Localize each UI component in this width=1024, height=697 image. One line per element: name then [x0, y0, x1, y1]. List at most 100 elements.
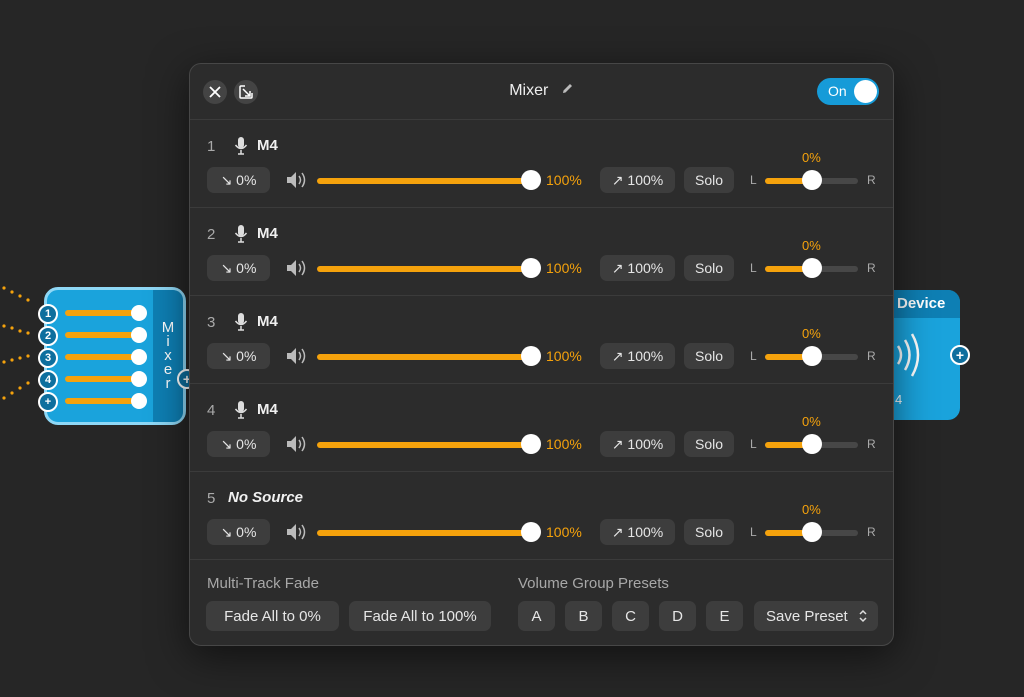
- volume-slider-thumb[interactable]: [521, 346, 541, 366]
- speaker-waves-icon: [896, 333, 920, 377]
- pan-left-label: L: [750, 437, 757, 451]
- volume-group-presets-label: Volume Group Presets: [518, 575, 669, 592]
- solo-button[interactable]: Solo: [684, 343, 734, 369]
- solo-button[interactable]: Solo: [684, 431, 734, 457]
- preset-c-button[interactable]: C: [612, 601, 649, 631]
- preset-d-button[interactable]: D: [659, 601, 696, 631]
- speaker-icon[interactable]: [286, 347, 308, 370]
- mixer-node-lane[interactable]: [65, 305, 147, 321]
- lane-knob[interactable]: [131, 349, 147, 365]
- pan-left-label: L: [750, 349, 757, 363]
- pan-right-label: R: [867, 525, 876, 539]
- input-port-4[interactable]: 4: [38, 370, 58, 390]
- lane-knob[interactable]: [131, 371, 147, 387]
- fade-all-to-0-button[interactable]: Fade All to 0%: [206, 601, 339, 631]
- volume-value: 100%: [546, 524, 582, 540]
- volume-slider-track[interactable]: [317, 266, 531, 272]
- fade-in-button[interactable]: ↘ 0%: [207, 343, 270, 369]
- fade-all-to-100-button[interactable]: Fade All to 100%: [349, 601, 491, 631]
- pencil-icon[interactable]: [561, 82, 574, 95]
- track-number: 5: [207, 490, 216, 507]
- fade-out-button[interactable]: ↗ 100%: [600, 519, 675, 545]
- device-output-port[interactable]: +: [950, 345, 970, 365]
- fade-in-button[interactable]: ↘ 0%: [207, 167, 270, 193]
- pan-value: 0%: [802, 238, 821, 253]
- mixer-panel: Mixer On 1 M4 ↘ 0% 100% ↗ 100% Solo 0% L R 2 M4 ↘ …: [189, 63, 894, 646]
- track-list: 1 M4 ↘ 0% 100% ↗ 100% Solo 0% L R 2 M4 ↘ 0% 100% ↗ 1…: [190, 120, 893, 560]
- volume-slider-thumb[interactable]: [521, 434, 541, 454]
- add-input-port[interactable]: +: [38, 392, 58, 412]
- input-port-1[interactable]: 1: [38, 304, 58, 324]
- fade-in-button[interactable]: ↘ 0%: [207, 519, 270, 545]
- panel-title-group: Mixer: [190, 82, 893, 100]
- multi-track-fade-label: Multi-Track Fade: [207, 575, 319, 592]
- track-source-name[interactable]: No Source: [228, 489, 303, 506]
- pan-slider-thumb[interactable]: [801, 522, 822, 542]
- volume-slider-track[interactable]: [317, 442, 531, 448]
- speaker-icon[interactable]: [286, 171, 308, 194]
- fade-out-button[interactable]: ↗ 100%: [600, 255, 675, 281]
- mixer-node-lane[interactable]: [65, 371, 147, 387]
- track-row: 4 M4 ↘ 0% 100% ↗ 100% Solo 0% L R: [190, 384, 893, 472]
- connection-dots: [2, 286, 30, 400]
- microphone-icon: [234, 400, 248, 425]
- power-toggle[interactable]: On: [817, 78, 879, 105]
- speaker-icon[interactable]: [286, 523, 308, 546]
- panel-footer: Multi-Track Fade Fade All to 0% Fade All…: [190, 560, 893, 645]
- volume-slider-thumb[interactable]: [521, 522, 541, 542]
- pan-left-label: L: [750, 525, 757, 539]
- pan-slider-thumb[interactable]: [801, 170, 822, 190]
- pan-slider-thumb[interactable]: [801, 258, 822, 278]
- fade-out-button[interactable]: ↗ 100%: [600, 167, 675, 193]
- input-port-3[interactable]: 3: [38, 348, 58, 368]
- solo-button[interactable]: Solo: [684, 519, 734, 545]
- preset-e-button[interactable]: E: [706, 601, 743, 631]
- fade-in-button[interactable]: ↘ 0%: [207, 255, 270, 281]
- volume-slider-thumb[interactable]: [521, 170, 541, 190]
- mixer-node-lane[interactable]: [65, 327, 147, 343]
- input-port-2[interactable]: 2: [38, 326, 58, 346]
- mixer-node[interactable]: 1 2 3 4 + M i x e r +: [38, 287, 197, 425]
- speaker-icon[interactable]: [286, 435, 308, 458]
- track-row: 2 M4 ↘ 0% 100% ↗ 100% Solo 0% L R: [190, 208, 893, 296]
- lane-knob[interactable]: [131, 305, 147, 321]
- save-preset-select[interactable]: Save Preset: [754, 601, 878, 631]
- lane-knob[interactable]: [131, 393, 147, 409]
- preset-b-button[interactable]: B: [565, 601, 602, 631]
- pan-slider-thumb[interactable]: [801, 434, 822, 454]
- solo-button[interactable]: Solo: [684, 255, 734, 281]
- pan-value: 0%: [802, 150, 821, 165]
- track-source-name[interactable]: M4: [257, 401, 278, 418]
- volume-value: 100%: [546, 172, 582, 188]
- fade-out-button[interactable]: ↗ 100%: [600, 431, 675, 457]
- volume-slider-track[interactable]: [317, 178, 531, 184]
- preset-a-button[interactable]: A: [518, 601, 555, 631]
- lane-knob[interactable]: [131, 327, 147, 343]
- pan-right-label: R: [867, 261, 876, 275]
- volume-slider-thumb[interactable]: [521, 258, 541, 278]
- track-number: 2: [207, 226, 216, 243]
- panel-title: Mixer: [509, 82, 549, 99]
- volume-slider-track[interactable]: [317, 354, 531, 360]
- mixer-node-lane[interactable]: [65, 349, 147, 365]
- volume-slider-track[interactable]: [317, 530, 531, 536]
- microphone-icon: [234, 224, 248, 249]
- side-letter: r: [165, 375, 171, 392]
- pan-left-label: L: [750, 261, 757, 275]
- solo-button[interactable]: Solo: [684, 167, 734, 193]
- pan-right-label: R: [867, 173, 876, 187]
- pan-value: 0%: [802, 502, 821, 517]
- track-source-name[interactable]: M4: [257, 313, 278, 330]
- track-source-name[interactable]: M4: [257, 225, 278, 242]
- panel-header: Mixer On: [190, 64, 893, 120]
- pan-slider-thumb[interactable]: [801, 346, 822, 366]
- track-row: 3 M4 ↘ 0% 100% ↗ 100% Solo 0% L R: [190, 296, 893, 384]
- mixer-node-lane[interactable]: [65, 393, 147, 409]
- volume-value: 100%: [546, 260, 582, 276]
- chevron-up-down-icon: [859, 609, 867, 623]
- microphone-icon: [234, 312, 248, 337]
- fade-in-button[interactable]: ↘ 0%: [207, 431, 270, 457]
- fade-out-button[interactable]: ↗ 100%: [600, 343, 675, 369]
- track-source-name[interactable]: M4: [257, 137, 278, 154]
- speaker-icon[interactable]: [286, 259, 308, 282]
